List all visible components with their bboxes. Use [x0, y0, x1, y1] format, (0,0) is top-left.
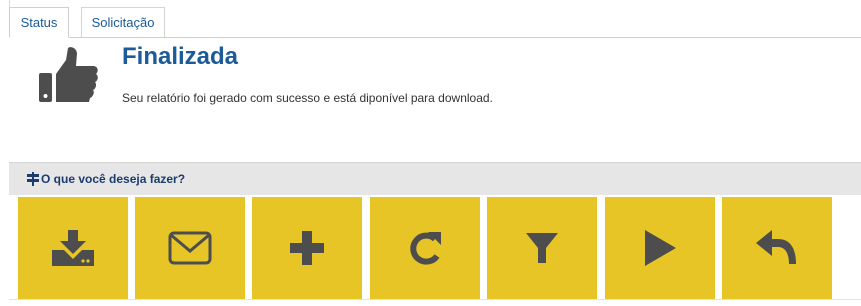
footer-divider	[9, 299, 861, 300]
tab-solicitacao[interactable]: Solicitação	[81, 7, 165, 37]
actions-section-header: O que você deseja fazer?	[9, 162, 861, 195]
report-status-window: Status Solicitação Finalizada Seu relató…	[0, 0, 861, 306]
refresh-icon	[410, 232, 441, 265]
download-button[interactable]	[18, 197, 128, 299]
signpost-icon	[27, 172, 39, 186]
actions-section-title: O que você deseja fazer?	[41, 172, 186, 186]
play-icon	[645, 230, 676, 266]
status-message: Seu relatório foi gerado com sucesso e e…	[122, 91, 493, 105]
refresh-button[interactable]	[370, 197, 480, 299]
add-button[interactable]	[252, 197, 362, 299]
download-icon	[52, 230, 94, 266]
filter-icon	[526, 233, 558, 263]
run-button[interactable]	[605, 197, 715, 299]
action-bar	[9, 195, 861, 306]
tab-status[interactable]: Status	[9, 7, 69, 38]
plus-icon	[290, 231, 324, 265]
envelope-icon	[168, 231, 212, 265]
back-button[interactable]	[722, 197, 832, 299]
status-panel: Finalizada Seu relatório foi gerado com …	[9, 38, 861, 162]
email-button[interactable]	[135, 197, 245, 299]
filter-button[interactable]	[487, 197, 597, 299]
reply-icon	[756, 230, 796, 264]
status-title: Finalizada	[122, 43, 239, 70]
tab-bar: Status Solicitação	[9, 7, 861, 38]
thumbs-up-icon	[39, 47, 98, 102]
